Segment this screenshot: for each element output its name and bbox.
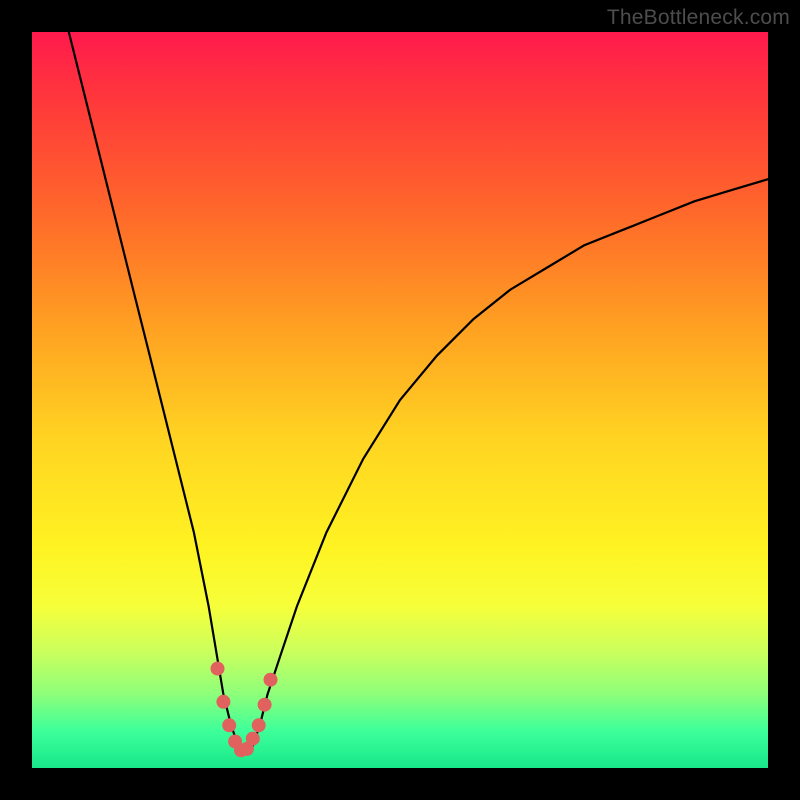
bottleneck-curve bbox=[69, 32, 768, 753]
watermark-text: TheBottleneck.com bbox=[607, 6, 790, 30]
trough-dot bbox=[264, 673, 278, 687]
trough-dot bbox=[246, 732, 260, 746]
chart-frame: TheBottleneck.com bbox=[0, 0, 800, 800]
trough-dot bbox=[211, 662, 225, 676]
trough-dot bbox=[252, 718, 266, 732]
bottleneck-curve-svg bbox=[32, 32, 768, 768]
gradient-plot-area bbox=[32, 32, 768, 768]
trough-dot bbox=[258, 698, 272, 712]
trough-dot bbox=[222, 718, 236, 732]
trough-dot bbox=[216, 695, 230, 709]
